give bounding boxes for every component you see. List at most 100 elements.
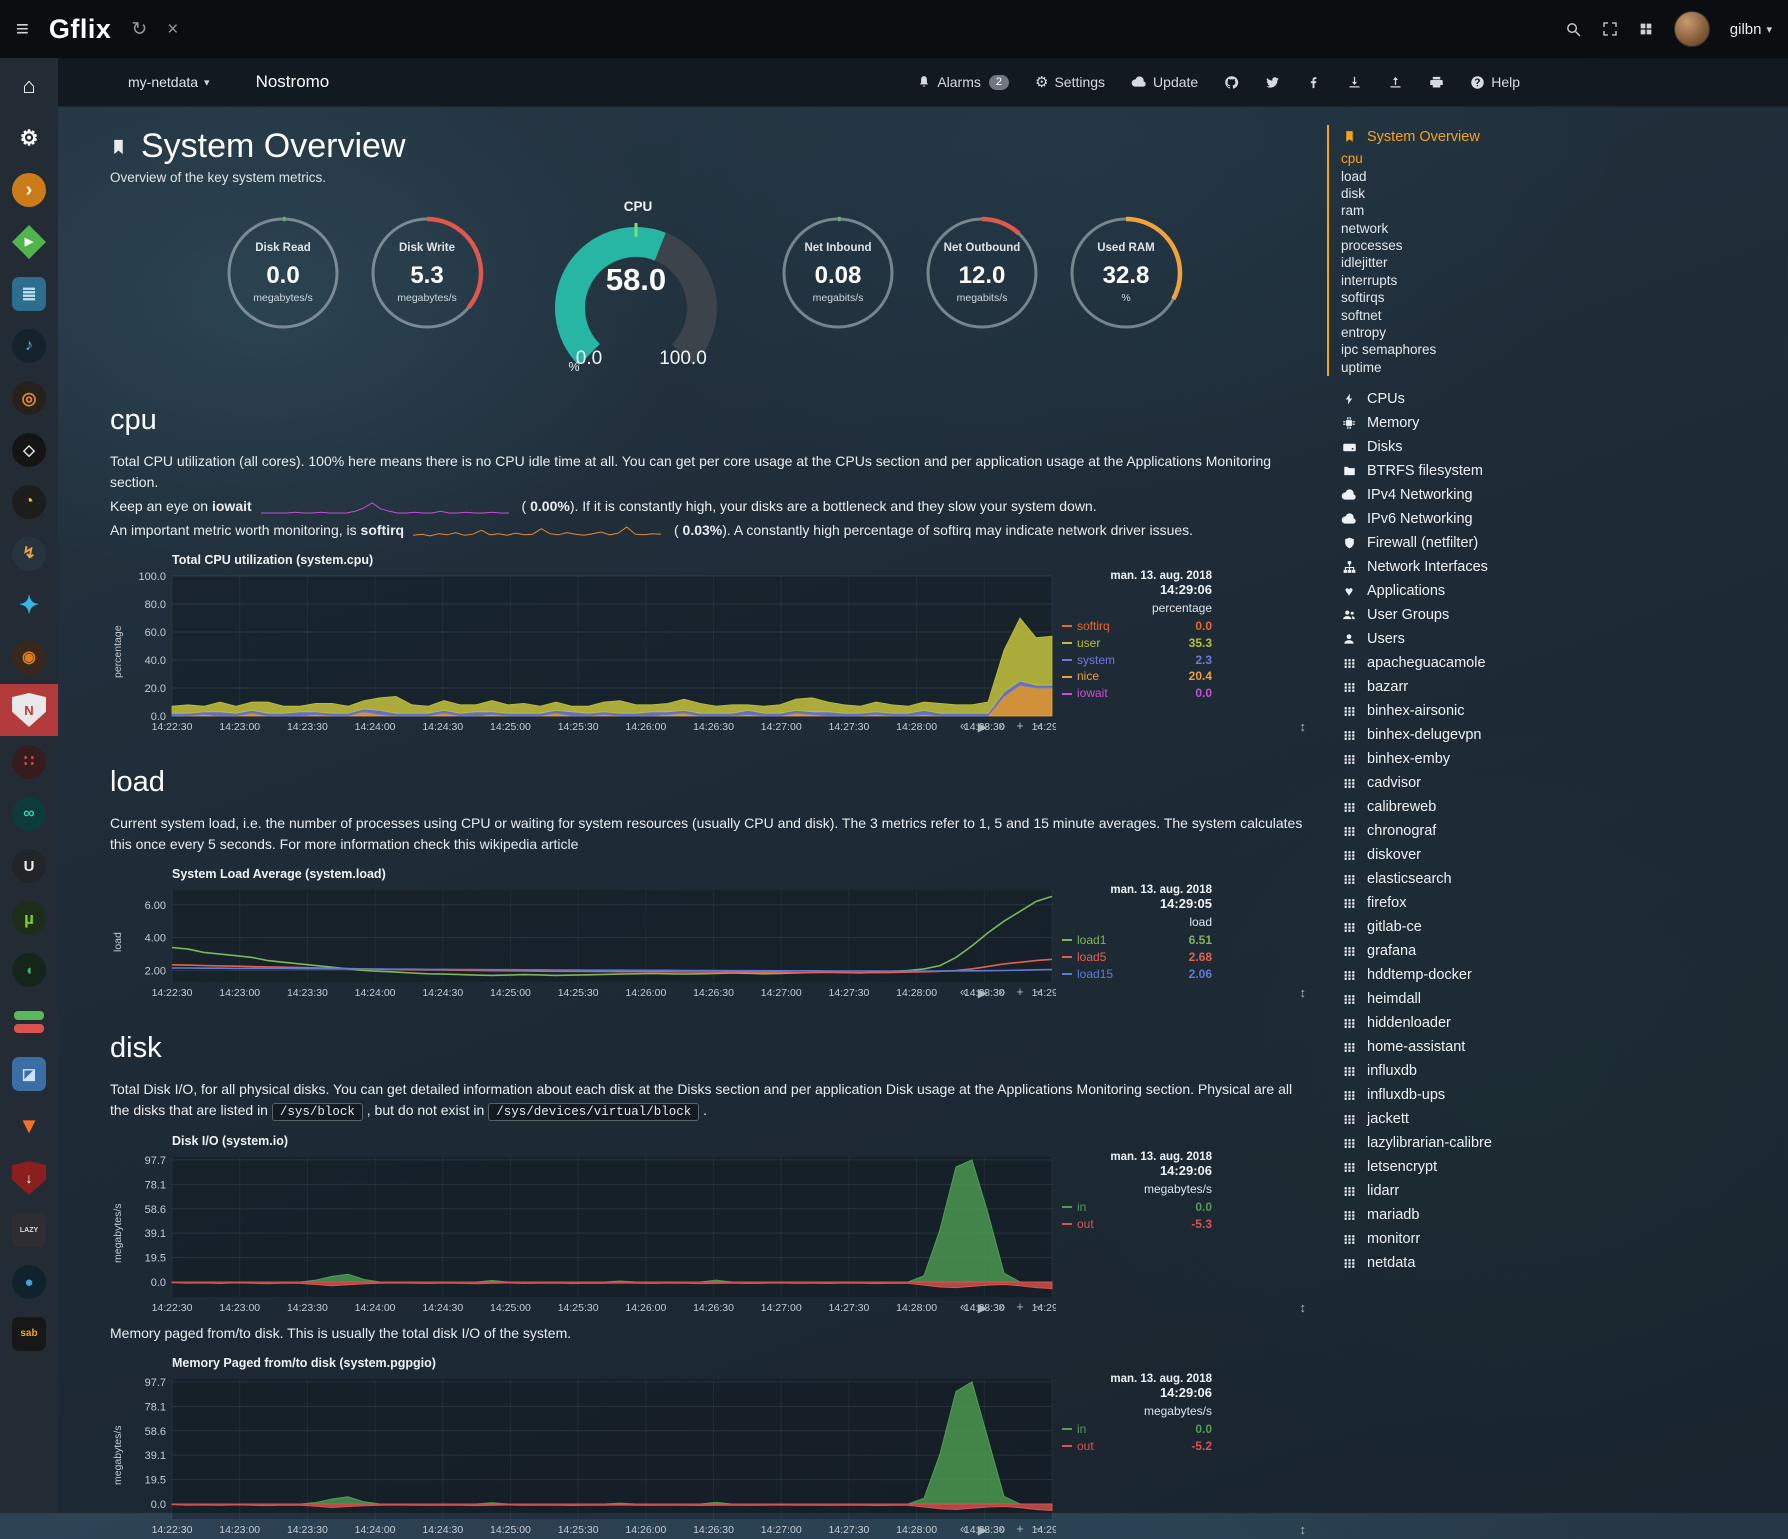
chart-pan-back-button[interactable]: « <box>960 1522 967 1537</box>
menu-item-applications[interactable]: ♥Applications <box>1340 580 1788 603</box>
menu-item-chronograf[interactable]: chronograf <box>1340 820 1788 843</box>
chart-resize-handle[interactable]: ↕ <box>1300 719 1307 734</box>
chart-canvas[interactable]: 97.778.158.639.119.50.014:22:3014:23:001… <box>126 1149 1056 1317</box>
menu-item-bazarr[interactable]: bazarr <box>1340 676 1788 699</box>
gauge-used-ram[interactable]: Used RAM32.8% <box>1064 211 1200 335</box>
chart-pan-back-button[interactable]: « <box>960 985 967 1000</box>
menu-item-influxdb[interactable]: influxdb <box>1340 1060 1788 1083</box>
chart-pan-forward-button[interactable]: » <box>998 985 1005 1000</box>
gauge-net-inbound[interactable]: Net Inbound0.08megabits/s <box>776 211 912 335</box>
legend-series-load15[interactable]: load152.06 <box>1062 966 1212 983</box>
menu-item-firefox[interactable]: firefox <box>1340 892 1788 915</box>
nav-help[interactable]: Help <box>1470 74 1520 90</box>
chart-zoom-in-button[interactable]: + <box>1016 985 1023 1000</box>
menu-item-hddtemp-docker[interactable]: hddtemp-docker <box>1340 964 1788 987</box>
chart-play-button[interactable]: ▶ <box>978 1300 988 1315</box>
chart-pan-forward-button[interactable]: » <box>998 1300 1005 1315</box>
menu-item-netdata[interactable]: netdata <box>1340 1252 1788 1275</box>
sidebar-app-netdata[interactable]: N <box>0 684 58 736</box>
chart-zoom-in-button[interactable]: + <box>1016 719 1023 734</box>
menu-item-letsencrypt[interactable]: letsencrypt <box>1340 1156 1788 1179</box>
sidebar-app-airsonic[interactable]: ♪ <box>0 328 58 364</box>
chart-canvas[interactable]: 97.778.158.639.119.50.014:22:3014:23:001… <box>126 1371 1056 1539</box>
menu-item-cpus[interactable]: CPUs <box>1340 388 1788 411</box>
nav-github[interactable] <box>1224 75 1239 90</box>
refresh-icon[interactable]: ↻ <box>131 20 147 39</box>
hamburger-menu-icon[interactable]: ≡ <box>16 18 29 40</box>
legend-series-in[interactable]: in0.0 <box>1062 1421 1212 1438</box>
gauge-disk-write[interactable]: Disk Write5.3megabytes/s <box>365 211 501 335</box>
close-icon[interactable]: × <box>167 20 178 39</box>
gauge-disk-read[interactable]: Disk Read0.0megabytes/s <box>221 211 357 335</box>
menu-item-influxdb-ups[interactable]: influxdb-ups <box>1340 1084 1788 1107</box>
chart-zoom-in-button[interactable]: + <box>1016 1300 1023 1315</box>
app-logo[interactable]: Gflix <box>49 14 112 45</box>
menu-item-firewall-netfilter[interactable]: Firewall (netfilter) <box>1340 532 1788 555</box>
sidebar-app-lazylibrarian[interactable]: LAZY <box>0 1212 58 1248</box>
sidebar-app-settings[interactable]: ⚙ <box>0 120 58 156</box>
nav-upload[interactable] <box>1388 75 1403 90</box>
menu-subitem-load[interactable]: load <box>1341 167 1788 184</box>
menu-subitem-idlejitter[interactable]: idlejitter <box>1341 254 1788 271</box>
legend-series-user[interactable]: user35.3 <box>1062 635 1212 652</box>
menu-item-ipv4-networking[interactable]: IPv4 Networking <box>1340 484 1788 507</box>
sidebar-app-jackett[interactable]: ◎ <box>0 380 58 416</box>
nav-alarms[interactable]: Alarms2 <box>917 74 1009 90</box>
legend-series-out[interactable]: out-5.2 <box>1062 1438 1212 1455</box>
nav-update[interactable]: Update <box>1131 74 1198 90</box>
menu-item-cadvisor[interactable]: cadvisor <box>1340 772 1788 795</box>
gauge-cpu[interactable]: CPU58.00.0100.0% <box>531 199 746 374</box>
sidebar-app-unmanic[interactable]: U <box>0 848 58 884</box>
fullscreen-icon[interactable] <box>1602 21 1618 37</box>
chart-zoom-out-button[interactable]: − <box>1035 1522 1042 1537</box>
legend-series-load1[interactable]: load16.51 <box>1062 932 1212 949</box>
chart-zoom-out-button[interactable]: − <box>1035 985 1042 1000</box>
sidebar-app-photos[interactable]: ◪ <box>0 1056 58 1092</box>
chart-zoom-out-button[interactable]: − <box>1035 719 1042 734</box>
chart-resize-handle[interactable]: ↕ <box>1300 1300 1307 1315</box>
sidebar-app-tautulli[interactable]: ↯ <box>0 536 58 572</box>
search-icon[interactable] <box>1565 21 1582 38</box>
sidebar-app-varken[interactable]: ↓ <box>0 1160 58 1196</box>
menu-subitem-uptime[interactable]: uptime <box>1341 359 1788 376</box>
menu-item-btrfs-filesystem[interactable]: BTRFS filesystem <box>1340 460 1788 483</box>
menu-item-monitorr[interactable]: monitorr <box>1340 1228 1788 1251</box>
legend-series-nice[interactable]: nice20.4 <box>1062 668 1212 685</box>
sidebar-app-sabnzbd[interactable]: sab <box>0 1316 58 1352</box>
sidebar-app-monitor-pills[interactable] <box>0 1004 58 1040</box>
nav-settings[interactable]: ⚙Settings <box>1035 73 1105 91</box>
menu-subitem-network[interactable]: network <box>1341 220 1788 237</box>
sidebar-app-home[interactable]: ⌂ <box>0 68 58 104</box>
chart-zoom-in-button[interactable]: + <box>1016 1522 1023 1537</box>
menu-item-lidarr[interactable]: lidarr <box>1340 1180 1788 1203</box>
menu-item-binhex-airsonic[interactable]: binhex-airsonic <box>1340 700 1788 723</box>
menu-item-network-interfaces[interactable]: Network Interfaces <box>1340 556 1788 579</box>
menu-item-user-groups[interactable]: User Groups <box>1340 604 1788 627</box>
sidebar-app-utorrent[interactable]: µ <box>0 900 58 936</box>
chart-pan-forward-button[interactable]: » <box>998 1522 1005 1537</box>
legend-series-softirq[interactable]: softirq0.0 <box>1062 618 1212 635</box>
menu-subitem-ram[interactable]: ram <box>1341 202 1788 219</box>
legend-series-load5[interactable]: load52.68 <box>1062 949 1212 966</box>
menu-item-grafana[interactable]: grafana <box>1340 940 1788 963</box>
menu-item-binhex-delugevpn[interactable]: binhex-delugevpn <box>1340 724 1788 747</box>
menu-item-heimdall[interactable]: heimdall <box>1340 988 1788 1011</box>
sidebar-app-flood[interactable]: ∞ <box>0 796 58 832</box>
menu-item-lazylibrarian-calibre[interactable]: lazylibrarian-calibre <box>1340 1132 1788 1155</box>
sidebar-app-ubooquity[interactable]: ◉ <box>0 640 58 676</box>
menu-item-hiddenloader[interactable]: hiddenloader <box>1340 1012 1788 1035</box>
legend-series-in[interactable]: in0.0 <box>1062 1199 1212 1216</box>
menu-item-mariadb[interactable]: mariadb <box>1340 1204 1788 1227</box>
menu-subitem-interrupts[interactable]: interrupts <box>1341 272 1788 289</box>
chart-canvas[interactable]: 100.080.060.040.020.00.014:22:3014:23:00… <box>126 568 1056 736</box>
chart-play-button[interactable]: ▶ <box>978 985 988 1000</box>
menu-subitem-disk[interactable]: disk <box>1341 185 1788 202</box>
sidebar-app-krusader[interactable]: ∷ <box>0 744 58 780</box>
sidebar-app-duplicati[interactable]: ◖ <box>0 952 58 988</box>
menu-subitem-cpu[interactable]: cpu <box>1341 150 1788 167</box>
menu-item-jackett[interactable]: jackett <box>1340 1108 1788 1131</box>
chart-resize-handle[interactable]: ↕ <box>1300 1522 1307 1537</box>
menu-item-gitlab-ce[interactable]: gitlab-ce <box>1340 916 1788 939</box>
user-menu[interactable]: gilbn▾ <box>1730 21 1772 38</box>
sidebar-app-kodi[interactable]: ✦ <box>0 588 58 624</box>
